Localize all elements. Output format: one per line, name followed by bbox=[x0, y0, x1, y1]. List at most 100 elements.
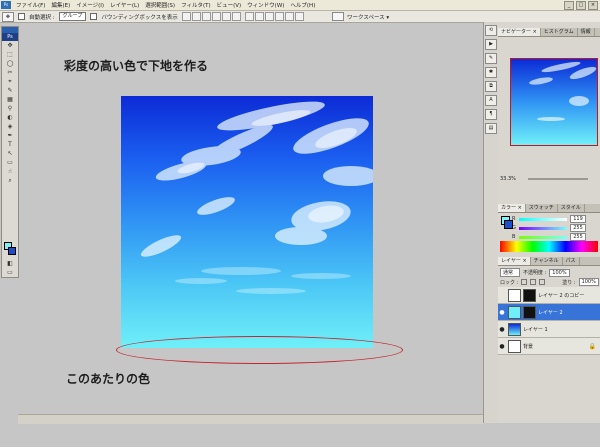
fill-label: 塗り : bbox=[562, 279, 576, 286]
layer-row[interactable]: ● レイヤー 1 bbox=[498, 321, 600, 338]
align-center-button[interactable] bbox=[221, 12, 231, 21]
lock-position-icon[interactable] bbox=[539, 279, 546, 285]
lock-pixels-icon[interactable] bbox=[530, 279, 537, 285]
blue-channel-row: B 255 bbox=[512, 233, 596, 241]
workspace-menu[interactable]: ワークスペース ▾ bbox=[347, 13, 389, 21]
tab-swatches[interactable]: スウォッチ bbox=[526, 204, 558, 212]
brushes-panel-icon[interactable]: ✱ bbox=[485, 67, 497, 78]
close-button[interactable]: × bbox=[588, 1, 598, 10]
auto-select-dropdown[interactable]: グループ bbox=[58, 12, 87, 21]
dodge-tool-icon[interactable]: ◐ bbox=[3, 114, 17, 122]
navigator-zoom-value[interactable]: 33.3% bbox=[500, 176, 516, 182]
menu-select[interactable]: 選択範囲(S) bbox=[142, 1, 178, 9]
window-controls: _ □ × bbox=[564, 1, 598, 10]
paragraph-panel-icon[interactable]: ¶ bbox=[485, 109, 497, 120]
align-right-button[interactable] bbox=[231, 12, 241, 21]
path-select-icon[interactable]: ↖ bbox=[3, 150, 17, 158]
tab-color[interactable]: カラー × bbox=[498, 204, 526, 212]
screen-mode-icon[interactable]: ▭ bbox=[3, 269, 17, 277]
align-left-button[interactable] bbox=[211, 12, 221, 21]
layer-name[interactable]: レイヤー 1 bbox=[523, 326, 548, 333]
stamp-tool-icon[interactable]: ▦ bbox=[3, 96, 17, 104]
clone-source-icon[interactable]: ⧉ bbox=[485, 81, 497, 92]
layer-row[interactable]: ● 背景 🔒 bbox=[498, 338, 600, 355]
tool-presets-icon[interactable]: ✎ bbox=[485, 53, 497, 64]
menu-window[interactable]: ウィンドウ(W) bbox=[244, 1, 287, 9]
distribute-3-button[interactable] bbox=[264, 12, 274, 21]
bridge-icon[interactable] bbox=[332, 12, 344, 21]
menu-edit[interactable]: 編集(E) bbox=[48, 1, 73, 9]
green-channel-slider[interactable] bbox=[519, 226, 567, 230]
tab-histogram[interactable]: ヒストグラム bbox=[541, 28, 578, 36]
eye-icon[interactable]: ● bbox=[498, 326, 506, 333]
align-middle-button[interactable] bbox=[191, 12, 201, 21]
blend-mode-select[interactable]: 通常 bbox=[500, 268, 521, 277]
history-brush-icon[interactable]: ⚲ bbox=[3, 105, 17, 113]
shape-tool-icon[interactable]: ▭ bbox=[3, 159, 17, 167]
distribute-4-button[interactable] bbox=[274, 12, 284, 21]
layer-name[interactable]: レイヤー 2 のコピー bbox=[538, 292, 584, 299]
eye-icon[interactable]: ● bbox=[498, 343, 506, 350]
gradient-tool-icon[interactable]: ◈ bbox=[3, 123, 17, 131]
pen-tool-icon[interactable]: ✒ bbox=[3, 132, 17, 140]
distribute-6-button[interactable] bbox=[294, 12, 304, 21]
menu-file[interactable]: ファイル(F) bbox=[13, 1, 48, 9]
marquee-tool-icon[interactable]: ⬚ bbox=[3, 51, 17, 59]
align-top-button[interactable] bbox=[181, 12, 191, 21]
opacity-input[interactable]: 100% bbox=[549, 268, 570, 277]
menu-image[interactable]: イメージ(I) bbox=[73, 1, 107, 9]
actions-panel-icon[interactable]: ▶ bbox=[485, 39, 497, 50]
brush-tool-icon[interactable]: ✎ bbox=[3, 87, 17, 95]
blue-channel-value[interactable]: 255 bbox=[570, 233, 586, 241]
layer-mask-thumbnail bbox=[523, 305, 536, 319]
tab-channels[interactable]: チャンネル bbox=[531, 257, 563, 265]
color-spectrum-ramp[interactable] bbox=[500, 241, 598, 252]
lasso-tool-icon[interactable]: ◯ bbox=[3, 60, 17, 68]
navigator-zoom-slider[interactable] bbox=[528, 178, 588, 180]
lock-transparency-icon[interactable] bbox=[521, 279, 528, 285]
distribute-5-button[interactable] bbox=[284, 12, 294, 21]
tab-layers[interactable]: レイヤー × bbox=[498, 257, 531, 265]
menu-filter[interactable]: フィルタ(T) bbox=[178, 1, 214, 9]
layer-row[interactable]: レイヤー 2 のコピー bbox=[498, 287, 600, 304]
crop-tool-icon[interactable]: ✂ bbox=[3, 69, 17, 77]
layer-name[interactable]: 背景 bbox=[523, 343, 533, 350]
character-panel-icon[interactable]: A bbox=[485, 95, 497, 106]
red-channel-slider[interactable] bbox=[519, 217, 567, 221]
menu-layer[interactable]: レイヤー(L) bbox=[107, 1, 142, 9]
toolbox-logo[interactable]: Ps bbox=[2, 33, 18, 41]
zoom-tool-icon[interactable]: ⌕ bbox=[3, 177, 17, 185]
tab-navigator[interactable]: ナビゲーター × bbox=[498, 28, 541, 36]
minimize-button[interactable]: _ bbox=[564, 1, 574, 10]
navigator-thumbnail[interactable] bbox=[510, 58, 598, 146]
red-channel-value[interactable]: 119 bbox=[570, 215, 586, 223]
restore-button[interactable]: □ bbox=[576, 1, 586, 10]
tab-info[interactable]: 情報 bbox=[578, 28, 595, 36]
history-panel-icon[interactable]: ⟲ bbox=[485, 25, 497, 36]
eye-icon[interactable]: ● bbox=[498, 309, 506, 316]
document-canvas[interactable] bbox=[121, 96, 373, 348]
move-tool-icon[interactable]: ✥ bbox=[3, 42, 17, 50]
green-channel-value[interactable]: 255 bbox=[570, 224, 586, 232]
tab-paths[interactable]: パス bbox=[563, 257, 580, 265]
blue-channel-slider[interactable] bbox=[519, 235, 567, 239]
layer-row-selected[interactable]: ● レイヤー 2 bbox=[498, 304, 600, 321]
tab-styles[interactable]: スタイル bbox=[558, 204, 585, 212]
background-color-swatch[interactable] bbox=[8, 247, 16, 255]
notes-panel-icon[interactable]: ▤ bbox=[485, 123, 497, 134]
type-tool-icon[interactable]: T bbox=[3, 141, 17, 149]
auto-select-checkbox[interactable] bbox=[18, 13, 25, 20]
move-tool-preset-icon[interactable]: ✥ bbox=[2, 11, 14, 22]
menu-help[interactable]: ヘルプ(H) bbox=[287, 1, 318, 9]
distribute-2-button[interactable] bbox=[254, 12, 264, 21]
bounding-box-checkbox[interactable] bbox=[90, 13, 98, 20]
distribute-1-button[interactable] bbox=[244, 12, 254, 21]
hand-tool-icon[interactable]: ☝ bbox=[3, 168, 17, 176]
align-bottom-button[interactable] bbox=[201, 12, 211, 21]
lock-label: ロック : bbox=[500, 279, 519, 286]
quick-mask-icon[interactable]: ◧ bbox=[3, 260, 17, 268]
menu-view[interactable]: ビュー(V) bbox=[214, 1, 245, 9]
fill-input[interactable]: 100% bbox=[578, 278, 599, 286]
layer-name[interactable]: レイヤー 2 bbox=[538, 309, 563, 316]
healing-tool-icon[interactable]: ⌖ bbox=[3, 78, 17, 86]
